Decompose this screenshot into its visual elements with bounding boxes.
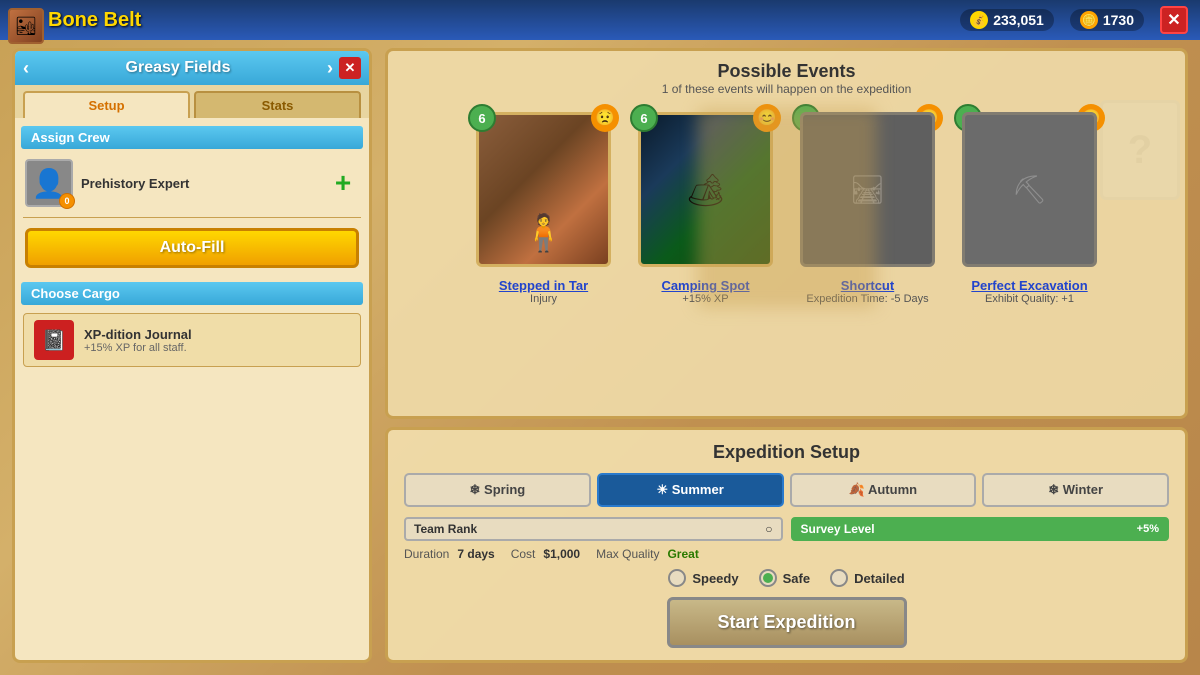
avatar-badge-value: 0	[64, 196, 69, 206]
duration-label: Duration	[404, 547, 449, 561]
event-type-3: Exhibit Quality: +1	[985, 293, 1074, 305]
max-quality-item: Max Quality Great	[596, 547, 699, 561]
duration-item: Duration 7 days	[404, 547, 495, 561]
team-rank-label: Team Rank	[414, 522, 477, 536]
events-section: Possible Events 1 of these events will h…	[385, 48, 1188, 419]
crew-name: Prehistory Expert	[81, 176, 189, 191]
season-winter-button[interactable]: ❄ Winter	[982, 473, 1169, 507]
survey-level-label: Survey Level	[801, 522, 875, 536]
radio-safe	[759, 569, 777, 587]
avatar-badge: 0	[59, 193, 75, 209]
next-location-button[interactable]: ›	[327, 58, 333, 79]
event-card-tar[interactable]: 6 😟 🧍 Stepped in Tar Injury	[469, 112, 619, 305]
season-spring-button[interactable]: ❄ Spring	[404, 473, 591, 507]
event-image-excavation: ⛏	[962, 112, 1097, 267]
gem-icon: 🪙	[1080, 11, 1098, 29]
radio-detailed	[830, 569, 848, 587]
mode-detailed-label: Detailed	[854, 571, 905, 586]
top-bar: 🏜 Bone Belt 💰 233,051 🪙 1730 ✕	[0, 0, 1200, 40]
panel-tabs: Setup Stats	[15, 85, 369, 118]
tab-setup[interactable]: Setup	[23, 91, 190, 118]
season-summer-button[interactable]: ☀ Summer	[597, 473, 784, 507]
cargo-info: XP-dition Journal +15% XP for all staff.	[84, 327, 192, 354]
event-name-3: Perfect Excavation	[971, 278, 1087, 293]
events-subtitle: 1 of these events will happen on the exp…	[388, 82, 1185, 96]
season-autumn-button[interactable]: 🍂 Autumn	[790, 473, 977, 507]
survey-level-bar: Survey Level +5%	[791, 517, 1170, 541]
coins-value: 233,051	[993, 12, 1044, 28]
cost-value: $1,000	[543, 547, 580, 561]
mode-detailed[interactable]: Detailed	[830, 569, 905, 587]
event-image-wrapper-tar: 6 😟 🧍	[476, 112, 611, 272]
main-panel: Possible Events 1 of these events will h…	[385, 48, 1188, 663]
event-name-0: Stepped in Tar	[499, 278, 588, 293]
season-buttons: ❄ Spring ☀ Summer 🍂 Autumn ❄ Winter	[404, 473, 1169, 507]
tab-stats[interactable]: Stats	[194, 91, 361, 118]
crew-area: 👤 0 Prehistory Expert +	[15, 153, 369, 213]
start-expedition-button[interactable]: Start Expedition	[667, 597, 907, 648]
cargo-desc: +15% XP for all staff.	[84, 342, 192, 354]
add-crew-button[interactable]: +	[327, 167, 359, 199]
crew-member: 👤 0 Prehistory Expert	[25, 159, 189, 207]
choose-cargo-header: Choose Cargo	[21, 282, 363, 305]
location-thumbnail: 🏜	[8, 8, 44, 44]
duration-value: 7 days	[457, 547, 494, 561]
panel-header: ‹ Greasy Fields › ✕	[15, 51, 369, 85]
currency-display: 💰 233,051 🪙 1730 ✕	[960, 6, 1188, 34]
gems-value: 1730	[1103, 12, 1134, 28]
page-title: Bone Belt	[48, 9, 141, 32]
cargo-icon: 📓	[34, 320, 74, 360]
event-badge-0: 6	[468, 104, 496, 132]
cost-item: Cost $1,000	[511, 547, 580, 561]
team-rank-circle: ○	[765, 522, 772, 536]
coin-icon: 💰	[970, 11, 988, 29]
event-badge-1: 6	[630, 104, 658, 132]
mode-safe-label: Safe	[783, 571, 810, 586]
stats-row: Team Rank ○ Survey Level +5%	[404, 517, 1169, 541]
event-excavation-art: ⛏	[965, 115, 1094, 264]
mode-speedy-label: Speedy	[692, 571, 738, 586]
avatar: 👤 0	[25, 159, 73, 207]
assign-crew-header: Assign Crew	[21, 126, 363, 149]
max-quality-label: Max Quality	[596, 547, 659, 561]
survey-level-value: +5%	[1137, 523, 1159, 535]
events-title: Possible Events	[388, 61, 1185, 82]
event-type-0: Injury	[530, 293, 557, 305]
radio-safe-inner	[763, 573, 773, 583]
event-card-excavation[interactable]: 8 😊 ⛏ Perfect Excavation Exhibit Quality…	[955, 112, 1105, 305]
topbar-close-button[interactable]: ✕	[1160, 6, 1188, 34]
mode-row: Speedy Safe Detailed	[404, 569, 1169, 587]
detail-row: Duration 7 days Cost $1,000 Max Quality …	[404, 547, 1169, 561]
events-header: Possible Events 1 of these events will h…	[388, 51, 1185, 100]
location-title: Greasy Fields	[35, 59, 321, 77]
event-image-tar: 🧍	[476, 112, 611, 267]
prev-location-button[interactable]: ‹	[23, 58, 29, 79]
mystery-event	[697, 108, 877, 308]
cargo-item: 📓 XP-dition Journal +15% XP for all staf…	[23, 313, 361, 367]
mode-safe[interactable]: Safe	[759, 569, 810, 587]
cargo-name: XP-dition Journal	[84, 327, 192, 342]
gems-display: 🪙 1730	[1070, 9, 1144, 31]
radio-speedy	[668, 569, 686, 587]
divider	[23, 217, 361, 218]
event-image-wrapper-excavation: 8 😊 ⛏	[962, 112, 1097, 272]
setup-title: Expedition Setup	[404, 442, 1169, 463]
cost-label: Cost	[511, 547, 536, 561]
event-tar-art: 🧍	[479, 115, 608, 264]
team-rank-bar: Team Rank ○	[404, 517, 783, 541]
left-panel: ‹ Greasy Fields › ✕ Setup Stats Assign C…	[12, 48, 372, 663]
max-quality-value: Great	[667, 547, 698, 561]
event-face-0: 😟	[591, 104, 619, 132]
setup-section: Expedition Setup ❄ Spring ☀ Summer 🍂 Aut…	[385, 427, 1188, 663]
panel-close-button[interactable]: ✕	[339, 57, 361, 79]
mode-speedy[interactable]: Speedy	[668, 569, 738, 587]
autofill-button[interactable]: Auto-Fill	[25, 228, 359, 268]
coins-display: 💰 233,051	[960, 9, 1054, 31]
